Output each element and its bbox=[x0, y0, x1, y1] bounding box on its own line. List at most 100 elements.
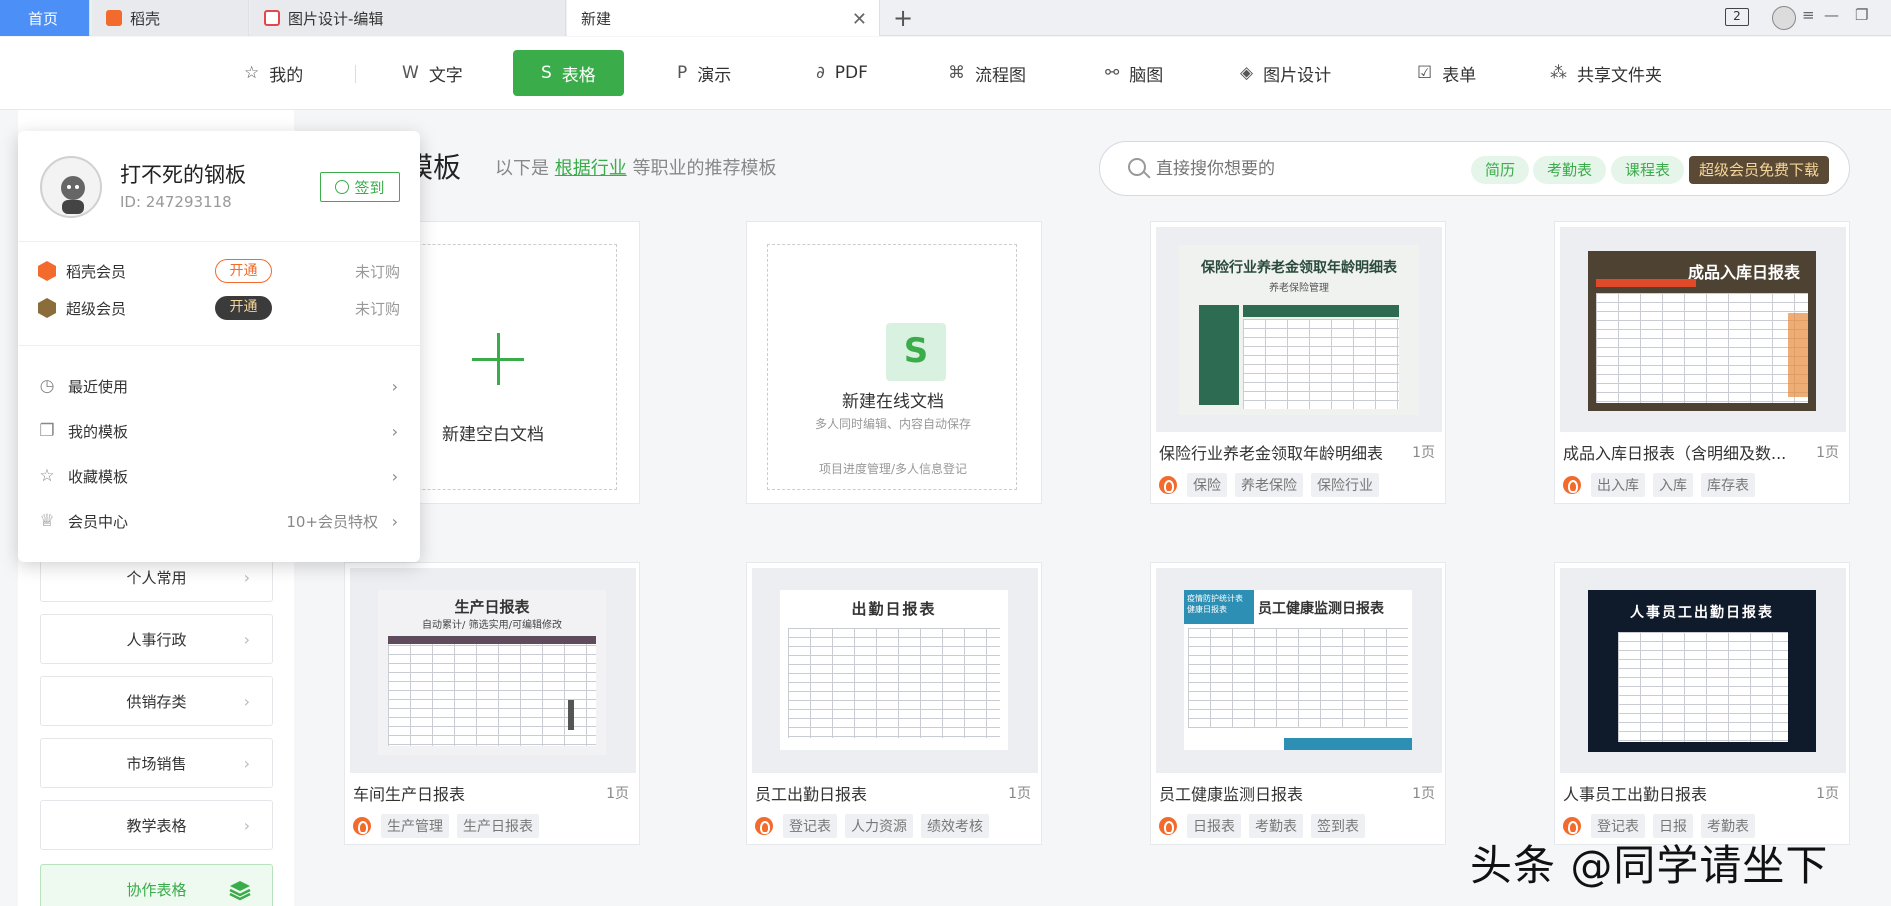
menu-favorites[interactable]: ☆ 收藏模板 › bbox=[38, 464, 400, 488]
restore-icon[interactable]: ❐ bbox=[1855, 6, 1868, 24]
tag[interactable]: 人力资源 bbox=[845, 814, 913, 838]
user-avatar[interactable] bbox=[40, 156, 102, 218]
minimize-icon[interactable]: — bbox=[1824, 6, 1839, 24]
tag[interactable]: 签到表 bbox=[1311, 814, 1365, 838]
tag[interactable]: 保险 bbox=[1187, 473, 1227, 497]
thumb-grid bbox=[388, 636, 596, 746]
menu-label: 最近使用 bbox=[68, 377, 129, 396]
category-pdf[interactable]: ∂ PDF bbox=[816, 50, 868, 96]
template-card[interactable]: 生产日报表 自动累计/ 筛选实用/可编辑修改 车间生产日报表 1页 生产管理 生… bbox=[344, 562, 640, 845]
docer-icon bbox=[1159, 476, 1177, 494]
tag[interactable]: 入库 bbox=[1653, 473, 1693, 497]
docer-icon bbox=[1159, 817, 1177, 835]
category-flowchart[interactable]: ⌘ 流程图 bbox=[948, 50, 1026, 96]
search-input[interactable] bbox=[1156, 155, 1456, 183]
sidebar-item-supply[interactable]: 供销存类 › bbox=[40, 676, 273, 726]
tab-docer[interactable]: 稻壳 bbox=[92, 0, 249, 36]
category-label: 表格 bbox=[561, 65, 596, 86]
chip-schedule[interactable]: 课程表 bbox=[1611, 156, 1685, 184]
open-docer-button[interactable]: 开通 bbox=[215, 259, 272, 283]
category-label: 表单 bbox=[1442, 65, 1477, 86]
tag[interactable]: 考勤表 bbox=[1249, 814, 1303, 838]
member-label: 超级会员 bbox=[66, 299, 127, 318]
avatar-illustration bbox=[43, 159, 100, 216]
template-card[interactable]: 保险行业养老金领取年龄明细表 养老保险管理 保险行业养老金领取年龄明细表 1页 … bbox=[1150, 221, 1446, 504]
chevron-right-icon: › bbox=[243, 567, 250, 587]
menu-icon[interactable]: ≡ bbox=[1802, 6, 1815, 24]
chip-resume[interactable]: 简历 bbox=[1471, 156, 1530, 184]
super-member-icon bbox=[38, 298, 56, 318]
open-super-button[interactable]: 开通 bbox=[215, 296, 272, 320]
tab-label: 图片设计-编辑 bbox=[288, 9, 384, 28]
chip-attendance[interactable]: 考勤表 bbox=[1533, 156, 1607, 184]
sidebar-item-label: 教学表格 bbox=[126, 816, 187, 835]
window-count-badge[interactable]: 2 bbox=[1725, 8, 1749, 26]
category-label: 我的 bbox=[269, 65, 304, 86]
checkin-button[interactable]: 签到 bbox=[320, 172, 400, 202]
template-pages: 1页 bbox=[1412, 445, 1435, 461]
image-design-icon: ◈ bbox=[1240, 63, 1254, 83]
sidebar-item-marketing[interactable]: 市场销售 › bbox=[40, 738, 273, 788]
tab-home[interactable]: 首页 bbox=[0, 0, 90, 36]
avatar[interactable] bbox=[1772, 6, 1796, 30]
thumb-title: 生产日报表 bbox=[454, 598, 530, 616]
category-mindmap[interactable]: ⚯ 脑图 bbox=[1105, 50, 1163, 96]
tab-image-design[interactable]: 图片设计-编辑 bbox=[250, 0, 566, 36]
sidebar-item-label: 人事行政 bbox=[126, 630, 187, 649]
industry-link[interactable]: 根据行业 bbox=[555, 158, 627, 179]
template-pages: 1页 bbox=[1412, 786, 1435, 802]
category-form[interactable]: ☑ 表单 bbox=[1417, 50, 1476, 96]
tag[interactable]: 日报表 bbox=[1187, 814, 1241, 838]
menu-member-center[interactable]: ♕ 会员中心 10+会员特权 › bbox=[38, 509, 400, 533]
tag[interactable]: 绩效考核 bbox=[921, 814, 989, 838]
template-card[interactable]: 出勤日报表 员工出勤日报表 1页 登记表 人力资源 绩效考核 bbox=[746, 562, 1042, 845]
tag[interactable]: 养老保险 bbox=[1235, 473, 1303, 497]
member-row-super: 超级会员 开通 未订购 bbox=[38, 295, 400, 321]
sidebar-item-teaching[interactable]: 教学表格 › bbox=[40, 800, 273, 850]
tab-label: 稻壳 bbox=[130, 9, 161, 28]
chevron-right-icon: › bbox=[243, 753, 250, 773]
category-presentation[interactable]: P 演示 bbox=[677, 50, 731, 96]
chevron-right-icon: › bbox=[391, 421, 398, 441]
user-popup: 打不死的钢板 ID: 247293118 签到 稻壳会员 开通 未订购 超级会员… bbox=[18, 131, 420, 562]
thumb-red-bar bbox=[1596, 279, 1696, 287]
sidebar-item-collab[interactable]: 协作表格 bbox=[40, 864, 273, 906]
docer-icon bbox=[353, 817, 371, 835]
tab-home-label: 首页 bbox=[28, 9, 59, 28]
sidebar-item-label: 协作表格 bbox=[126, 880, 187, 899]
close-icon[interactable]: ✕ bbox=[852, 9, 867, 30]
menu-recent[interactable]: ◷ 最近使用 › bbox=[38, 374, 400, 398]
divider bbox=[18, 241, 420, 242]
tag[interactable]: 库存表 bbox=[1701, 473, 1755, 497]
thumb-document: 疫情防护统计表 健康日报表 员工健康监测日报表 bbox=[1184, 590, 1412, 750]
tag[interactable]: 出入库 bbox=[1591, 473, 1645, 497]
tab-new[interactable]: 新建 ✕ bbox=[567, 0, 880, 36]
watermark: 头条 @同学请坐下 bbox=[1470, 841, 1829, 890]
menu-label: 我的模板 bbox=[68, 422, 129, 441]
category-shared-folder[interactable]: ⁂ 共享文件夹 bbox=[1550, 50, 1662, 96]
category-spreadsheet[interactable]: S 表格 bbox=[513, 50, 624, 96]
member-status: 未订购 bbox=[354, 299, 400, 318]
template-card[interactable]: 成品入库日报表 成品入库日报表（含明细及数... 1页 出入库 入库 库存表 bbox=[1554, 221, 1850, 504]
category-mine[interactable]: ☆ 我的 bbox=[244, 50, 303, 96]
docer-member-icon bbox=[38, 261, 56, 281]
tag[interactable]: 登记表 bbox=[783, 814, 837, 838]
chevron-right-icon: › bbox=[391, 511, 398, 531]
vip-download-button[interactable]: 超级会员免费下载 bbox=[1689, 156, 1830, 184]
template-title: 员工健康监测日报表 bbox=[1159, 785, 1304, 804]
template-card[interactable]: 人事员工出勤日报表 人事员工出勤日报表 1页 登记表 日报 考勤表 bbox=[1554, 562, 1850, 845]
category-writer[interactable]: W 文字 bbox=[402, 50, 463, 96]
menu-my-templates[interactable]: ❐ 我的模板 › bbox=[38, 419, 400, 443]
plus-icon-v bbox=[497, 333, 500, 385]
category-image-design[interactable]: ◈ 图片设计 bbox=[1240, 50, 1331, 96]
tag[interactable]: 生产日报表 bbox=[457, 814, 539, 838]
template-icon: ❐ bbox=[39, 421, 55, 441]
clock-icon: ◷ bbox=[39, 376, 55, 396]
chevron-right-icon: › bbox=[243, 815, 250, 835]
card-new-online[interactable]: S 新建在线文档 多人同时编辑、内容自动保存 项目进度管理/多人信息登记 bbox=[746, 221, 1042, 504]
sidebar-item-hr[interactable]: 人事行政 › bbox=[40, 614, 273, 664]
tag[interactable]: 生产管理 bbox=[381, 814, 449, 838]
template-card[interactable]: 疫情防护统计表 健康日报表 员工健康监测日报表 员工健康监测日报表 1页 日报表… bbox=[1150, 562, 1446, 845]
tag[interactable]: 保险行业 bbox=[1311, 473, 1379, 497]
add-tab-icon[interactable]: + bbox=[893, 4, 913, 32]
